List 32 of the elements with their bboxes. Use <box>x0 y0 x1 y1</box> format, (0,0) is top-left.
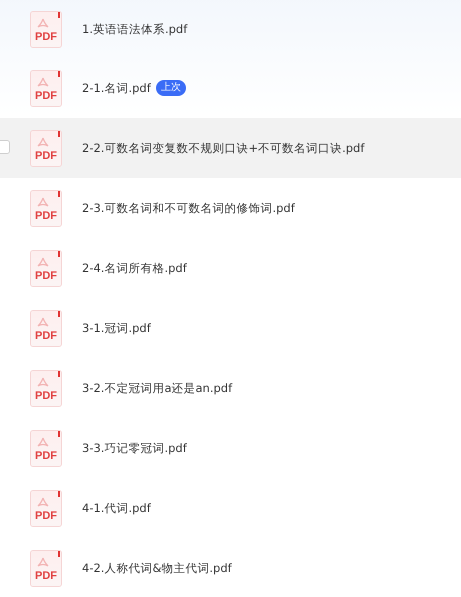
file-row[interactable]: PDF 3-1.冠词.pdf <box>0 298 461 358</box>
file-name[interactable]: 2-2.可数名词变复数不规则口诀+不可数名词口诀.pdf <box>82 140 364 156</box>
file-row[interactable]: PDF 1.英语语法体系.pdf <box>0 0 461 58</box>
file-row[interactable]: PDF 2-2.可数名词变复数不规则口诀+不可数名词口诀.pdf <box>0 118 461 178</box>
file-row[interactable]: PDF 3-2.不定冠词用a还是an.pdf <box>0 358 461 418</box>
file-name[interactable]: 3-3.巧记零冠词.pdf <box>82 440 187 456</box>
pdf-file-icon: PDF <box>30 370 62 406</box>
pdf-file-icon: PDF <box>30 130 62 166</box>
pdf-file-icon: PDF <box>30 550 62 586</box>
file-name[interactable]: 2-3.可数名词和不可数名词的修饰词.pdf <box>82 200 295 216</box>
file-row[interactable]: PDF 3-3.巧记零冠词.pdf <box>0 418 461 478</box>
file-name[interactable]: 2-1.名词.pdf <box>82 80 151 96</box>
file-row[interactable]: PDF 2-3.可数名词和不可数名词的修饰词.pdf <box>0 178 461 238</box>
pdf-file-icon: PDF <box>30 430 62 466</box>
file-name[interactable]: 1.英语语法体系.pdf <box>82 22 188 36</box>
file-name[interactable]: 3-2.不定冠词用a还是an.pdf <box>82 380 232 396</box>
pdf-file-icon: PDF <box>30 70 62 106</box>
file-row[interactable]: PDF 4-1.代词.pdf <box>0 478 461 538</box>
file-name[interactable]: 4-1.代词.pdf <box>82 500 151 516</box>
file-name[interactable]: 3-1.冠词.pdf <box>82 320 151 336</box>
row-checkbox[interactable] <box>0 140 10 154</box>
file-name[interactable]: 4-2.人称代词&物主代词.pdf <box>82 560 232 576</box>
pdf-file-icon: PDF <box>30 490 62 526</box>
last-viewed-badge: 上次 <box>156 80 186 96</box>
pdf-file-icon: PDF <box>30 190 62 226</box>
file-row[interactable]: PDF 4-2.人称代词&物主代词.pdf <box>0 538 461 597</box>
file-name[interactable]: 2-4.名词所有格.pdf <box>82 260 187 276</box>
file-row[interactable]: PDF 2-4.名词所有格.pdf <box>0 238 461 298</box>
file-row[interactable]: PDF 2-1.名词.pdf 上次 <box>0 58 461 118</box>
pdf-file-icon: PDF <box>30 10 62 48</box>
pdf-file-icon: PDF <box>30 250 62 286</box>
pdf-file-icon: PDF <box>30 310 62 346</box>
